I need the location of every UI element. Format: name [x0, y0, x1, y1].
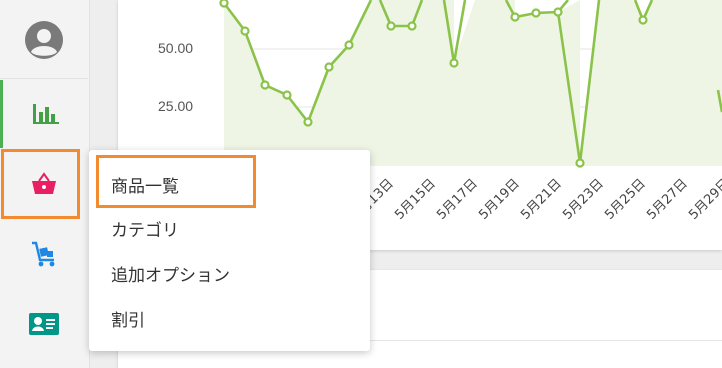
- data-point: [510, 12, 520, 22]
- x-tick-label: 5月15日: [392, 176, 439, 223]
- x-tick-label: 5月25日: [602, 176, 649, 223]
- data-point: [303, 117, 313, 127]
- x-tick-label: 5月17日: [434, 176, 481, 223]
- data-point: [638, 15, 648, 25]
- data-point: [575, 158, 585, 168]
- menu-item-category[interactable]: カテゴリ: [111, 216, 179, 241]
- area-fill: [224, 0, 722, 165]
- id-card-icon: [29, 313, 59, 335]
- x-tick-label: 5月23日: [560, 176, 607, 223]
- delivery-cart-icon: [32, 241, 55, 267]
- sidebar-item-delivery[interactable]: [0, 220, 88, 288]
- menu-item-discount[interactable]: 割引: [111, 306, 145, 331]
- x-tick-label: 5月21日: [518, 176, 565, 223]
- sidebar-item-profile[interactable]: [0, 18, 88, 62]
- data-point: [240, 26, 250, 36]
- data-point: [260, 80, 270, 90]
- x-tick-label: 5月29日: [686, 176, 722, 223]
- sidebar-highlight-box: [1, 149, 80, 219]
- data-point: [553, 7, 563, 17]
- menu-highlight-box: [96, 155, 256, 208]
- sidebar-item-customers[interactable]: [0, 292, 88, 356]
- x-tick-label: 5月27日: [644, 176, 691, 223]
- bar-chart-icon: [32, 104, 59, 124]
- data-point: [449, 58, 459, 68]
- data-point: [219, 0, 229, 8]
- avatar-icon: [25, 21, 63, 59]
- menu-item-add-options[interactable]: 追加オプション: [111, 261, 230, 286]
- sidebar-item-dashboard[interactable]: [0, 80, 88, 148]
- data-point: [407, 21, 417, 31]
- data-point: [282, 90, 292, 100]
- data-point: [344, 40, 354, 50]
- data-point: [386, 21, 396, 31]
- data-point: [324, 62, 334, 72]
- data-point: [531, 8, 541, 18]
- x-tick-label: 5月19日: [476, 176, 523, 223]
